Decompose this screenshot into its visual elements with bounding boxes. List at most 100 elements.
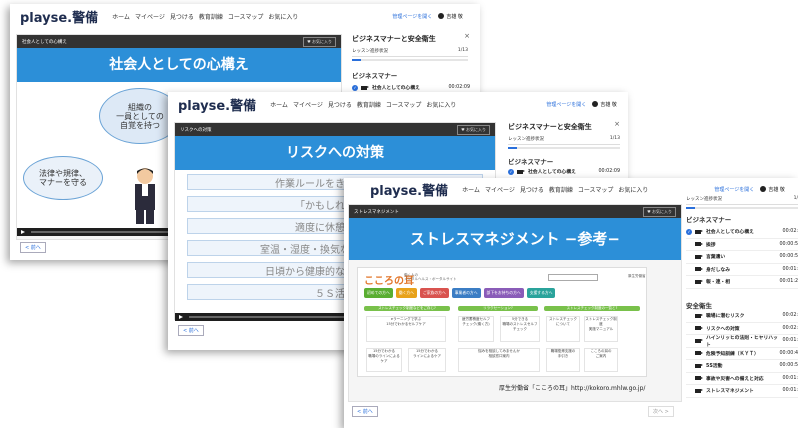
nav-discover[interactable]: 見つける xyxy=(328,100,352,109)
pending-check-icon xyxy=(686,325,692,332)
nav-discover[interactable]: 見つける xyxy=(170,12,194,21)
site-card: ストレスチェック制度 実施マニュアル xyxy=(584,316,618,342)
businessperson-illustration xyxy=(135,168,155,224)
manage-page-link[interactable]: 管理ページを開く xyxy=(546,101,586,108)
progress: レッスン進捗状況 1/ xyxy=(686,196,798,209)
close-icon[interactable]: × xyxy=(464,32,470,40)
lesson-item[interactable]: 事故や災害への備えと対応 00:01: xyxy=(686,373,798,385)
nav-training[interactable]: 教育訓練 xyxy=(357,100,381,109)
lesson-title-bar: リスクへの対策 ♥ お気に入り xyxy=(175,123,495,136)
nav-course-map[interactable]: コースマップ xyxy=(578,185,614,194)
play-icon[interactable] xyxy=(179,315,183,319)
lesson-label: リスクへの対策 xyxy=(180,127,212,133)
nav-home[interactable]: ホーム xyxy=(270,100,288,109)
lesson-label: 社会人としての心構え xyxy=(22,39,67,45)
lesson-title: 身だしなみ xyxy=(706,267,730,273)
play-icon[interactable] xyxy=(21,230,25,234)
pending-check-icon xyxy=(686,337,692,344)
user-menu[interactable]: 吉雄 敬 xyxy=(760,186,785,193)
favorite-label: お気に入り xyxy=(466,126,486,132)
lesson-duration: 00:02:09 xyxy=(598,169,620,175)
pending-check-icon xyxy=(686,312,692,319)
nav-home[interactable]: ホーム xyxy=(462,185,480,194)
lesson-duration: 00:02: xyxy=(782,325,798,331)
lesson-item[interactable]: 報・連・相 00:01:2 xyxy=(686,276,798,289)
nav-home[interactable]: ホーム xyxy=(112,12,130,21)
nav-mypage[interactable]: マイページ xyxy=(293,100,323,109)
site-nav: 初めての方へ 働く方へ ご家族の方へ 事業者の方へ 部下をお持ちの方へ 支援する… xyxy=(364,288,640,298)
favorite-button[interactable]: ♥ お気に入り xyxy=(303,36,336,47)
site-card-text: eラーニングで学ぶ 15分でわかるセルフケア xyxy=(386,317,426,326)
site-card-text: 疲労蓄積度セルフ チェック(働く方) xyxy=(462,317,490,326)
video-icon xyxy=(695,376,703,381)
manage-page-link[interactable]: 管理ページを開く xyxy=(392,13,432,20)
prev-button[interactable]: < 前へ xyxy=(352,406,378,417)
nav-mypage[interactable]: マイページ xyxy=(485,185,515,194)
nav-favorites[interactable]: お気に入り xyxy=(426,100,456,109)
lesson-item[interactable]: 職場に潜むリスク 00:02: xyxy=(686,310,798,323)
site-nav-item: 支援する方へ xyxy=(526,288,556,298)
video-icon xyxy=(695,363,703,368)
lesson-item[interactable]: ストレスマネジメント 00:01: xyxy=(686,385,798,398)
lesson-title: 社会人としての心構え xyxy=(706,230,754,236)
lesson-item[interactable]: 5S活動 00:00:5 xyxy=(686,360,798,373)
close-icon[interactable]: × xyxy=(614,120,620,128)
site-card-text: 悩みを相談してみませんか 相談窓口案内 xyxy=(478,349,520,358)
favorite-button[interactable]: ♥ お気に入り xyxy=(643,206,676,217)
nav-course-map[interactable]: コースマップ xyxy=(386,100,422,109)
lesson-list: ✓ 社会人としての心構え 00:02:09 xyxy=(508,166,620,179)
next-button[interactable]: 次へ > xyxy=(648,406,674,417)
section-heading: ビジネスマナー xyxy=(508,158,554,166)
user-menu[interactable]: 吉雄 敬 xyxy=(438,13,463,20)
video-icon xyxy=(695,267,703,272)
site-nav-item: 初めての方へ xyxy=(364,288,393,298)
nav-training[interactable]: 教育訓練 xyxy=(549,185,573,194)
lesson-duration: 00:01: xyxy=(782,388,798,394)
lesson-item[interactable]: 言葉遣い 00:00:5 xyxy=(686,251,798,264)
lesson-item[interactable]: ✓ 社会人としての心構え 00:02: xyxy=(686,226,798,239)
pending-check-icon xyxy=(686,241,692,248)
lesson-item[interactable]: 危険予知訓練（ＫＹＴ） 00:00:4 xyxy=(686,348,798,360)
prev-button[interactable]: < 前へ xyxy=(178,325,204,336)
site-card-text: ストレスチェック制度 実施マニュアル xyxy=(585,317,617,331)
lesson-duration: 00:02: xyxy=(782,229,798,235)
progress-bar xyxy=(352,59,468,61)
site-logo[interactable]: playse.警備 xyxy=(178,95,256,114)
site-logo[interactable]: playse.警備 xyxy=(370,180,448,199)
user-name: 吉雄 敬 xyxy=(446,13,463,20)
nav-discover[interactable]: 見つける xyxy=(520,185,544,194)
nav-training[interactable]: 教育訓練 xyxy=(199,12,223,21)
user-icon xyxy=(438,13,445,19)
user-icon xyxy=(592,101,599,107)
manage-page-link[interactable]: 管理ページを開く xyxy=(714,186,754,193)
slide-title: リスクへの対策 xyxy=(286,145,384,161)
favorite-button[interactable]: ♥ お気に入り xyxy=(457,124,490,135)
user-name: 吉雄 敬 xyxy=(768,186,785,193)
site-logo[interactable]: playse.警備 xyxy=(20,7,98,26)
nav-favorites[interactable]: お気に入り xyxy=(618,185,648,194)
site-card: 職場復帰支援の 手引き xyxy=(546,348,580,372)
lesson-item[interactable]: 身だしなみ 00:01: xyxy=(686,264,798,276)
nav-favorites[interactable]: お気に入り xyxy=(268,12,298,21)
lesson-title-bar: ストレスマネジメント ♥ お気に入り xyxy=(349,205,681,218)
lesson-title: リスクへの対策 xyxy=(706,326,740,332)
user-name: 吉雄 敬 xyxy=(600,101,617,108)
nav-course-map[interactable]: コースマップ xyxy=(228,12,264,21)
site-feature-bar: リラクセーション? xyxy=(458,306,538,311)
prev-button[interactable]: < 前へ xyxy=(20,242,46,253)
video-icon xyxy=(517,169,525,174)
progress: レッスン進捗状況 1/13 xyxy=(508,136,620,149)
user-menu[interactable]: 吉雄 敬 xyxy=(592,101,617,108)
lesson-title: 危険予知訓練（ＫＹＴ） xyxy=(706,351,759,357)
lesson-item[interactable]: ハインリッヒの法則・ヒヤリハット 00:01: xyxy=(686,335,798,348)
site-card: 悩みを相談してみませんか 相談窓口案内 xyxy=(458,348,540,372)
lesson-item[interactable]: 挨拶 00:00:5 xyxy=(686,239,798,251)
top-navigation: playse.警備 ホーム マイページ 見つける 教育訓練 コースマップ お気に… xyxy=(168,92,628,116)
nav-mypage[interactable]: マイページ xyxy=(135,12,165,21)
lesson-item[interactable]: ✓ 社会人としての心構え 00:02:09 xyxy=(508,166,620,179)
site-card: ストレスチェック について xyxy=(546,316,580,342)
site-nav-item: 事業者の方へ xyxy=(451,288,481,298)
site-nav-item: ご家族の方へ xyxy=(419,288,449,298)
site-card-text: こころの耳の ご案内 xyxy=(590,349,612,358)
lesson-title: 職場に潜むリスク xyxy=(706,314,745,320)
